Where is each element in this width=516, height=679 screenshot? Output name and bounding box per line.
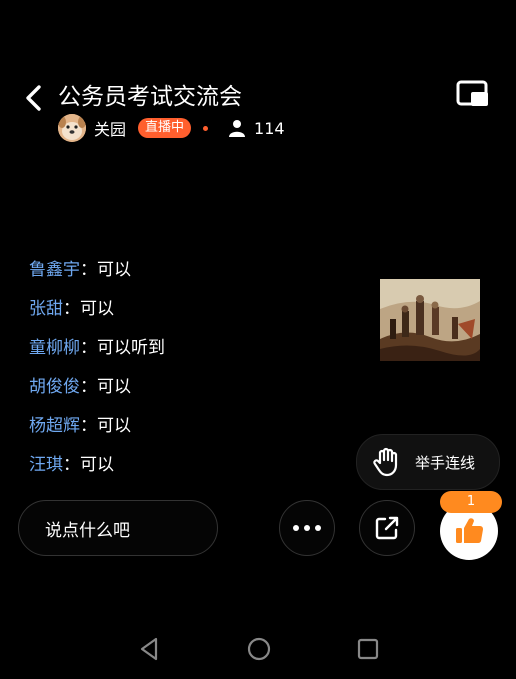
- back-button[interactable]: [22, 84, 48, 112]
- comment-input-placeholder: 说点什么吧: [45, 520, 130, 541]
- chat-user[interactable]: 汪琪: [29, 455, 63, 475]
- system-nav-bar: [0, 620, 516, 679]
- chevron-left-icon: [26, 85, 41, 111]
- chat-user[interactable]: 童柳柳: [29, 338, 80, 358]
- nav-home-icon[interactable]: [246, 636, 272, 662]
- chat-message: 汪琪：可以: [29, 451, 349, 490]
- chat-message: 童柳柳：可以听到: [29, 334, 349, 373]
- live-dot: [203, 125, 209, 131]
- chat-separator: ：: [63, 299, 80, 319]
- chat-message: 鲁鑫宇：可以: [29, 256, 349, 295]
- chat-text: 可以: [97, 416, 131, 436]
- picture-in-picture-icon: [456, 80, 488, 106]
- viewer-count-value: 114: [254, 118, 285, 138]
- painting-image: [380, 279, 480, 361]
- chat-list: 鲁鑫宇：可以 张甜：可以 童柳柳：可以听到 胡俊俊：可以 杨超辉：可以 汪琪：可…: [29, 256, 349, 490]
- nav-back-icon[interactable]: [137, 636, 161, 662]
- chat-text: 可以听到: [97, 338, 165, 358]
- host-name[interactable]: 关园: [94, 116, 126, 140]
- avatar[interactable]: [58, 114, 86, 142]
- video-thumbnail[interactable]: [380, 279, 480, 361]
- chat-user[interactable]: 张甜: [29, 299, 63, 319]
- raise-hand-button[interactable]: 举手连线: [356, 434, 500, 490]
- more-dots-icon: [293, 525, 321, 531]
- chat-separator: ：: [80, 260, 97, 280]
- chat-text: 可以: [80, 455, 114, 475]
- chat-user[interactable]: 鲁鑫宇: [29, 260, 80, 280]
- share-icon: [375, 516, 399, 540]
- share-button[interactable]: [359, 500, 415, 556]
- comment-input[interactable]: 说点什么吧: [18, 500, 218, 556]
- host-info: 关园 直播中 114: [58, 113, 285, 143]
- person-icon: [229, 120, 246, 137]
- hand-icon: [373, 447, 398, 477]
- viewer-count: 114: [228, 119, 285, 138]
- thumbs-up-icon: [456, 518, 484, 544]
- chat-separator: ：: [80, 416, 97, 436]
- chat-message: 杨超辉：可以: [29, 412, 349, 451]
- dog-avatar-icon: [58, 114, 86, 142]
- chat-separator: ：: [80, 338, 97, 358]
- chat-text: 可以: [80, 299, 114, 319]
- chat-separator: ：: [63, 455, 80, 475]
- chat-message: 张甜：可以: [29, 295, 349, 334]
- page-title: 公务员考试交流会: [58, 84, 242, 110]
- chat-text: 可以: [97, 377, 131, 397]
- raise-hand-label: 举手连线: [415, 453, 476, 472]
- pip-button[interactable]: [456, 80, 490, 108]
- like-count-badge: 1: [440, 491, 502, 513]
- chat-message: 胡俊俊：可以: [29, 373, 349, 412]
- live-badge: 直播中: [138, 118, 192, 138]
- chat-separator: ：: [80, 377, 97, 397]
- nav-recents-icon[interactable]: [356, 636, 380, 662]
- chat-text: 可以: [97, 260, 131, 280]
- chat-user[interactable]: 杨超辉: [29, 416, 80, 436]
- more-button[interactable]: [279, 500, 335, 556]
- chat-user[interactable]: 胡俊俊: [29, 377, 80, 397]
